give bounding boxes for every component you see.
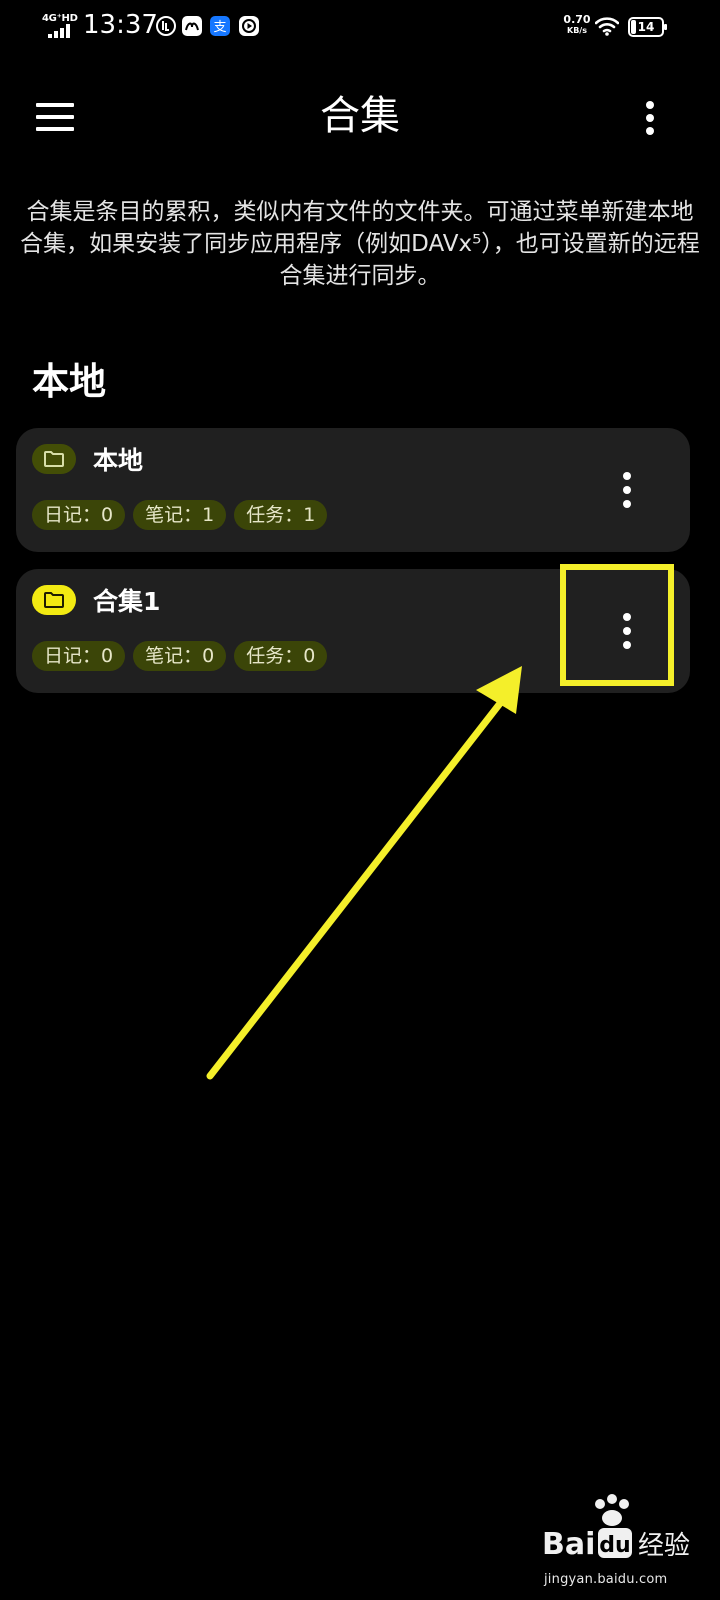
svg-text:经验: 经验 [638,1531,690,1561]
task-count-badge: 任务：1 [234,500,328,530]
power-saving-icon [156,16,176,36]
battery-icon: 14 [628,17,667,37]
collection-counts: 日记：0 笔记：1 任务：1 [32,500,328,530]
folder-icon [32,444,76,474]
svg-text:du: du [599,1533,630,1558]
more-vert-icon[interactable] [636,98,664,138]
data-rate-value: 0.70 [563,13,591,26]
battery-level: 14 [637,20,655,34]
collection-name: 本地 [93,446,144,475]
signal-icon [48,24,70,38]
note-count-badge: 笔记：1 [133,500,227,530]
more-vert-icon[interactable] [612,468,642,512]
wifi-icon [595,17,619,36]
collection-card[interactable]: 本地 日记：0 笔记：1 任务：1 [16,428,690,552]
data-rate: 0.70 KB/s [562,13,592,36]
task-count-badge: 任务：0 [234,641,328,671]
highlight-box [560,564,674,686]
collection-name: 合集1 [93,587,161,616]
journal-count-badge: 日记：0 [32,641,126,671]
page-title: 合集 [320,93,400,139]
video-app-icon [239,16,259,36]
hamburger-menu-icon[interactable] [36,101,74,133]
collection-counts: 日记：0 笔记：0 任务：0 [32,641,328,671]
note-count-badge: 笔记：0 [133,641,227,671]
watermark-url: jingyan.baidu.com [544,1572,668,1587]
network-type: 4G⁺HD [42,13,78,24]
status-time: 13:37 [83,10,158,40]
meitu-app-icon [182,16,202,36]
svg-text:支: 支 [213,20,226,35]
intro-description: 合集是条目的累积，类似内有文件的文件夹。可通过菜单新建本地合集，如果安装了同步应… [20,199,700,289]
section-heading-local: 本地 [32,360,106,403]
status-bar: 4G⁺HD 13:37 支 0.70 KB/s 14 [0,0,720,56]
alipay-icon: 支 [210,16,230,36]
folder-icon [32,585,76,615]
baidu-jingyan-logo-icon: Bai du 经验 [542,1494,690,1562]
journal-count-badge: 日记：0 [32,500,126,530]
svg-text:Bai: Bai [542,1527,595,1562]
data-rate-unit: KB/s [567,26,587,35]
